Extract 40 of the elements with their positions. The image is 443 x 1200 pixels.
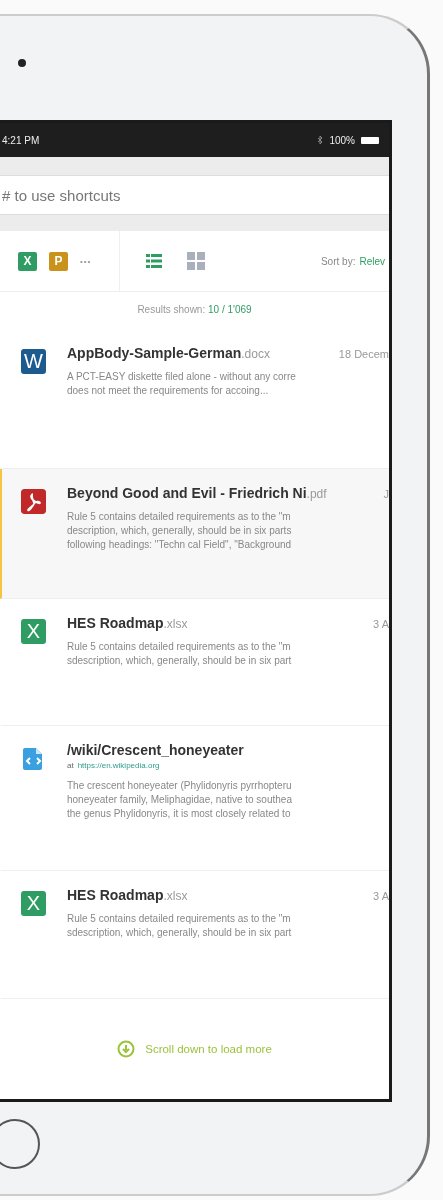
camera-icon — [18, 59, 26, 67]
sort-label: Sort by: — [320, 255, 356, 267]
result-snippet: Rule 5 contains detailed requirements as to the "m sdescription, which, generally, should be in six part — [67, 912, 293, 940]
home-button[interactable] — [0, 1119, 40, 1169]
battery-percent: 100% — [329, 134, 355, 146]
list-view-icon[interactable] — [144, 251, 165, 271]
download-icon — [117, 1040, 136, 1058]
source-link[interactable]: https://en.wikipedia.org — [77, 761, 160, 770]
pdf-file-icon — [21, 489, 46, 514]
file-title[interactable]: AppBody-Sample-German — [67, 345, 242, 361]
file-extension: .xlsx — [163, 889, 188, 903]
file-title[interactable]: /wiki/Crescent_honeyeater — [67, 742, 244, 758]
file-title[interactable]: HES Roadmap — [67, 615, 164, 631]
result-item[interactable]: Beyond Good and Evil - Friedrich Ni.pdf J Rule 5 contains detailed requirements as to the "m description, which, generally, should be in six parts following headings: "Techn cal Field", "Background — [0, 469, 389, 599]
search-field[interactable]: # to use shortcuts — [0, 175, 389, 215]
result-snippet: The crescent honeyeater (Phylidonyris pyrrhopteru honeyeater family, Meliphagidae, native to southea the genus Phylidonyris, it is most closely related to — [67, 779, 293, 821]
excel-file-icon: X — [21, 619, 46, 644]
status-time: 4:21 PM — [2, 134, 40, 146]
battery-icon — [361, 136, 379, 144]
file-title[interactable]: Beyond Good and Evil - Friedrich Ni — [67, 485, 307, 501]
results-count: Results shown: 10 / 1'069 — [136, 303, 253, 317]
result-item[interactable]: X HES Roadmap.xlsx 3 A Rule 5 contains detailed requirements as to the "m sdescription, which, generally, should be in six part — [0, 871, 389, 999]
result-snippet: Rule 5 contains detailed requirements as to the "m sdescription, which, generally, should be in six part — [67, 640, 293, 668]
file-extension: .xlsx — [163, 617, 188, 631]
result-snippet: Rule 5 contains detailed requirements as to the "m description, which, generally, should be in six parts following headings: "Techn cal Field", "Background — [67, 510, 293, 552]
result-item[interactable]: X HES Roadmap.xlsx 3 A Rule 5 contains detailed requirements as to the "m sdescription, which, generally, should be in six part — [0, 599, 389, 726]
file-extension: .pdf — [306, 487, 327, 501]
bluetooth-icon — [317, 135, 324, 145]
file-date: J — [382, 488, 389, 500]
source-label: at — [67, 761, 74, 770]
file-date: 3 A — [372, 890, 389, 902]
excel-file-icon: X — [21, 891, 46, 916]
sort-dropdown[interactable]: Relev — [359, 255, 385, 267]
result-snippet: A PCT-EASY diskette filed alone - without any corre does not meet the requirements for accoing... — [67, 370, 297, 398]
word-file-icon: W — [21, 349, 46, 374]
file-title[interactable]: HES Roadmap — [67, 887, 164, 903]
file-extension: .docx — [241, 347, 270, 361]
file-date: 3 A — [372, 618, 389, 630]
grid-view-icon[interactable] — [186, 251, 207, 271]
file-date: 18 Decem — [337, 348, 389, 360]
